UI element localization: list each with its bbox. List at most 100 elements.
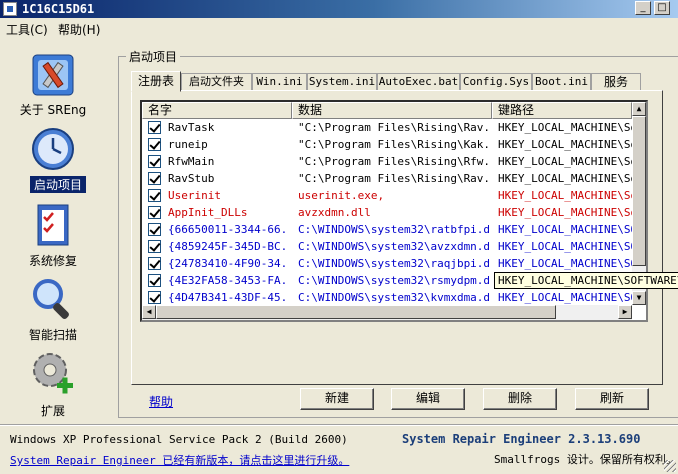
row-keypath: HKEY_LOCAL_MACHINE\SOFT	[498, 257, 632, 270]
edit-button[interactable]: 编辑	[391, 388, 465, 410]
checklist-icon	[37, 204, 69, 246]
delete-button[interactable]: 删除	[483, 388, 557, 410]
nav-label-extend: 扩展	[40, 404, 65, 418]
nav-item-repair[interactable]: 系统修复	[8, 202, 98, 268]
scroll-down-button[interactable]: ▼	[632, 291, 646, 305]
title-bar: 1C16C15D61 _ □	[0, 0, 678, 18]
row-keypath: HKEY_LOCAL_MACHINE\Soft	[498, 206, 632, 219]
nav-label-scan: 智能扫描	[28, 328, 77, 342]
table-row[interactable]: {4D47B341-43DF-45. C:\WINDOWS\system32\kv…	[142, 289, 632, 306]
tab-system-ini[interactable]: System.ini	[307, 73, 377, 91]
horizontal-scrollbar[interactable]: ◀ ▶	[142, 305, 632, 320]
row-data: "C:\Program Files\Rising\Rav.	[298, 121, 490, 134]
menu-help[interactable]: 帮助(H)	[58, 21, 100, 38]
window-title: 1C16C15D61	[22, 2, 95, 16]
tab-config-sys[interactable]: Config.Sys	[460, 73, 532, 91]
row-checkbox[interactable]	[148, 172, 161, 185]
table-row[interactable]: RavStub "C:\Program Files\Rising\Rav. HKEY…	[142, 170, 632, 187]
menu-bar: 工具(C) 帮助(H)	[0, 18, 678, 38]
maximize-button[interactable]: □	[654, 1, 670, 15]
row-keypath: HKEY_LOCAL_MACHINE\Soft	[498, 155, 632, 168]
row-keypath: HKEY_LOCAL_MACHINE\Soft	[498, 172, 632, 185]
table-row[interactable]: {24783410-4F90-34. C:\WINDOWS\system32\ra…	[142, 255, 632, 272]
row-data: C:\WINDOWS\system32\ratbfpi.dll	[298, 223, 490, 236]
row-data: C:\WINDOWS\system32\avzxdmn.dll	[298, 240, 490, 253]
row-checkbox[interactable]	[148, 138, 161, 151]
table-row[interactable]: RfwMain "C:\Program Files\Rising\Rfw. HKEY…	[142, 153, 632, 170]
gear-plus-icon	[33, 353, 73, 394]
scroll-left-button[interactable]: ◀	[142, 305, 156, 319]
nav-label-repair: 系统修复	[28, 254, 77, 268]
tab-services[interactable]: 服务	[591, 73, 641, 91]
tab-autoexec-bat[interactable]: AutoExec.bat	[377, 73, 460, 91]
row-keypath: HKEY_LOCAL_MACHINE\SOFT	[498, 223, 632, 236]
row-data: C:\WINDOWS\system32\raqjbpi.dll	[298, 257, 490, 270]
vertical-scroll-thumb[interactable]	[632, 116, 646, 266]
row-checkbox[interactable]	[148, 155, 161, 168]
table-row[interactable]: Userinit userinit.exe, HKEY_LOCAL_MACHINE\…	[142, 187, 632, 204]
row-checkbox[interactable]	[148, 223, 161, 236]
column-header-keypath[interactable]: 键路径	[492, 102, 632, 119]
minimize-button[interactable]: _	[635, 1, 651, 15]
nav-item-about[interactable]: 关于 SREng	[8, 52, 98, 118]
row-checkbox[interactable]	[148, 189, 161, 202]
row-name: RavStub	[168, 172, 215, 185]
nav-item-extend[interactable]: 扩展	[8, 350, 98, 418]
row-checkbox[interactable]	[148, 240, 161, 253]
table-row[interactable]: {66650011-3344-66. C:\WINDOWS\system32\ra…	[142, 221, 632, 238]
tab-strip: 注册表 启动文件夹 Win.ini System.ini AutoExec.ba…	[131, 71, 671, 92]
row-name: {66650011-3344-66.	[168, 223, 288, 236]
tab-registry[interactable]: 注册表	[131, 71, 181, 92]
row-data: C:\WINDOWS\system32\kvmxdma.dll	[298, 291, 490, 304]
tab-win-ini[interactable]: Win.ini	[252, 73, 307, 91]
row-data: "C:\Program Files\Rising\Rfw.	[298, 155, 490, 168]
row-name: RfwMain	[168, 155, 215, 168]
row-keypath: HKEY_LOCAL_MACHINE\Soft	[498, 189, 632, 202]
table-row[interactable]: runeip "C:\Program Files\Rising\Kak. HKEY_…	[142, 136, 632, 153]
row-name: runeip	[168, 138, 208, 151]
os-version-text: Windows XP Professional Service Pack 2 (…	[10, 433, 348, 446]
clock-icon	[32, 128, 74, 170]
row-checkbox[interactable]	[148, 206, 161, 219]
copyright-text: Smallfrogs 设计。保留所有权利。	[494, 453, 677, 466]
row-checkbox[interactable]	[148, 121, 161, 134]
row-data: avzxdmn.dll	[298, 206, 371, 219]
row-name: Userinit	[168, 189, 221, 202]
row-keypath: HKEY_LOCAL_MACHINE\SOFT	[498, 291, 632, 304]
magnifier-icon	[33, 279, 69, 319]
row-keypath: HKEY_LOCAL_MACHINE\Soft	[498, 121, 632, 134]
scroll-up-button[interactable]: ▲	[632, 102, 646, 116]
row-name: {4E32FA58-3453-FA.	[168, 274, 288, 287]
tab-startup-folder[interactable]: 启动文件夹	[181, 73, 252, 91]
column-header-data[interactable]: 数据	[292, 102, 492, 119]
list-header: 名字 数据 键路径	[142, 102, 646, 119]
nav-label-startup: 启动项目	[30, 176, 86, 193]
status-divider	[0, 424, 678, 426]
menu-tools[interactable]: 工具(C)	[6, 21, 48, 38]
nav-item-startup[interactable]: 启动项目	[8, 126, 98, 194]
table-row[interactable]: RavTask "C:\Program Files\Rising\Rav. HKEY…	[142, 119, 632, 136]
row-checkbox[interactable]	[148, 291, 161, 304]
tab-boot-ini[interactable]: Boot.ini	[532, 73, 591, 91]
refresh-button[interactable]: 刷新	[575, 388, 649, 410]
group-title: 启动项目	[126, 48, 181, 65]
nav-item-scan[interactable]: 智能扫描	[8, 276, 98, 342]
row-checkbox[interactable]	[148, 257, 161, 270]
update-link[interactable]: System Repair Engineer 已经有新版本，请点击这里进行升级。	[10, 452, 349, 468]
row-name: AppInit_DLLs	[168, 206, 248, 219]
row-name: {4D47B341-43DF-45.	[168, 291, 288, 304]
row-name: RavTask	[168, 121, 215, 134]
scroll-right-button[interactable]: ▶	[618, 305, 632, 319]
table-row[interactable]: {4859245F-345D-BC. C:\WINDOWS\system32\av…	[142, 238, 632, 255]
help-link[interactable]: 帮助	[149, 393, 173, 410]
row-keypath: HKEY_LOCAL_MACHINE\Soft	[498, 138, 632, 151]
row-data: C:\WINDOWS\system32\rsmydpm.dll	[298, 274, 490, 287]
row-checkbox[interactable]	[148, 274, 161, 287]
horizontal-scroll-thumb[interactable]	[156, 305, 556, 319]
table-row[interactable]: AppInit_DLLs avzxdmn.dll HKEY_LOCAL_MACHIN…	[142, 204, 632, 221]
resize-grip[interactable]	[664, 460, 676, 472]
nav-label-about: 关于 SREng	[19, 103, 87, 117]
new-button[interactable]: 新建	[300, 388, 374, 410]
row-data: "C:\Program Files\Rising\Kak.	[298, 138, 490, 151]
column-header-name[interactable]: 名字	[142, 102, 292, 119]
